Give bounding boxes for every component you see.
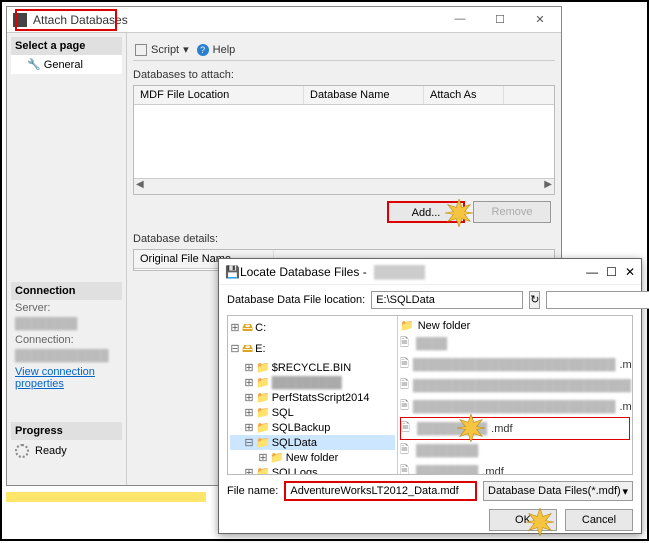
connection-label: Connection: [11,332,122,348]
content-toolbar: Script ▾ ?Help [133,39,555,61]
grid-header: MDF File Location Database Name Attach A… [134,86,554,105]
close-button[interactable]: ✕ [525,13,555,26]
main-titlebar: Attach Databases — ☐ ✕ [7,7,561,33]
col-dbname[interactable]: Database Name [304,86,424,104]
connection-header: Connection [11,282,122,300]
server-value: ████████ [11,316,122,332]
yellow-stripe [6,492,206,502]
locate-maximize-button[interactable]: ☐ [606,265,617,279]
locate-minimize-button[interactable]: — [586,265,598,279]
help-button[interactable]: ?Help [197,43,236,56]
add-button[interactable]: Add... [387,201,465,223]
search-input[interactable] [546,291,649,309]
folder-tree[interactable]: ⊞🖴C: ⊟🖴E: ⊞📁$RECYCLE.BIN ⊞📁█████████ ⊞📁P… [228,316,398,474]
locate-dialog: 💾 Locate Database Files - ██████ — ☐ ✕ D… [218,258,642,534]
app-icon [13,13,27,27]
attention-starburst-icon [445,199,473,227]
progress-status: Ready [35,445,67,457]
refresh-button[interactable]: ↻ [529,291,540,309]
maximize-button[interactable]: ☐ [485,13,515,26]
window-title: Attach Databases [33,13,445,27]
connection-value: ████████████ [11,348,122,364]
minimize-button[interactable]: — [445,13,475,26]
filename-input[interactable] [284,481,477,501]
locate-title: Locate Database Files - ██████ [240,265,586,279]
progress-header: Progress [11,422,122,440]
databases-to-attach-label: Databases to attach: [133,69,555,81]
view-connection-link[interactable]: View connection properties [15,366,95,390]
locate-titlebar: 💾 Locate Database Files - ██████ — ☐ ✕ [219,259,641,285]
filename-label: File name: [227,485,278,497]
file-browser: ⊞🖴C: ⊟🖴E: ⊞📁$RECYCLE.BIN ⊞📁█████████ ⊞📁P… [227,315,633,475]
path-label: Database Data File location: [227,294,365,306]
col-mdf[interactable]: MDF File Location [134,86,304,104]
remove-button: Remove [473,201,551,223]
col-attachas[interactable]: Attach As [424,86,504,104]
help-icon: ? [197,44,209,56]
progress-spinner-icon [15,444,29,458]
databases-grid[interactable]: MDF File Location Database Name Attach A… [133,85,555,195]
path-input[interactable] [371,291,523,309]
ok-button[interactable]: OK [489,509,557,531]
locate-close-button[interactable]: ✕ [625,265,635,279]
sidebar-item-general[interactable]: 🔧 General [11,55,122,74]
sidebar: Select a page 🔧 General Connection Serve… [7,33,127,485]
db-icon: 💾 [225,265,240,279]
cancel-button[interactable]: Cancel [565,509,633,531]
grid-scrollbar[interactable]: ◀▶ [134,178,554,194]
server-label: Server: [11,300,122,316]
database-details-label: Database details: [133,233,555,245]
file-list[interactable]: 📁New folder 🗎████ 🗎█████████████████████… [398,316,632,474]
target-mdf-file[interactable]: 🗎█████████.mdf [400,417,630,440]
tree-sqldata-selected: ⊟📁SQLData [230,435,395,450]
file-filter-select[interactable]: Database Data Files(*.mdf)▾ [483,481,633,501]
select-page-header: Select a page [11,37,122,55]
script-icon [135,44,147,56]
script-button[interactable]: Script ▾ [135,43,189,56]
